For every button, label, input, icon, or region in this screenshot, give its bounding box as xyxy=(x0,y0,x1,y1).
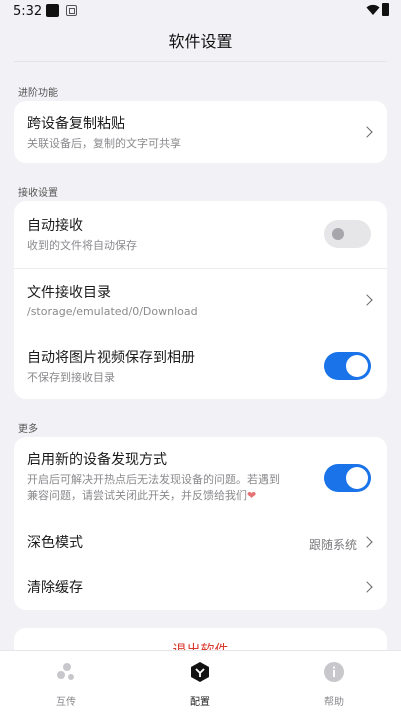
section-label-receive: 接收设置 xyxy=(18,188,58,199)
receive-directory-row[interactable]: 文件接收目录 /storage/emulated/0/Download xyxy=(14,269,387,333)
toggle-knob xyxy=(332,228,344,240)
page-title: 软件设置 xyxy=(168,32,233,51)
status-time: 5:32 xyxy=(13,4,43,19)
auto-receive-subtitle: 收到的文件将自动保存 xyxy=(27,239,137,252)
cross-clipboard-subtitle: 关联设备后，复制的文字可共享 xyxy=(27,137,181,150)
title-divider xyxy=(14,61,387,62)
config-cube-icon xyxy=(191,662,209,682)
dark-mode-title: 深色模式 xyxy=(27,535,83,551)
new-discovery-toggle[interactable] xyxy=(324,464,371,492)
auto-receive-title: 自动接收 xyxy=(27,218,83,234)
new-discovery-desc-line2: 兼容问题，请尝试关闭此开关，并反馈给我们❤ xyxy=(27,489,257,502)
chevron-right-icon xyxy=(361,536,373,548)
receive-directory-title: 文件接收目录 xyxy=(27,285,111,301)
more-settings-card: 启用新的设备发现方式 开启后可解决开热点后无法发现设备的问题。若遇到 兼容问题，… xyxy=(14,437,387,610)
nav-tab-help[interactable]: 帮助 xyxy=(294,661,374,708)
toggle-knob xyxy=(346,355,368,377)
notification-icon xyxy=(46,4,59,17)
dark-mode-value: 跟随系统 xyxy=(308,538,357,552)
auto-receive-toggle[interactable] xyxy=(324,220,371,248)
screenshot-icon xyxy=(66,5,77,16)
bubbles-icon xyxy=(57,663,74,680)
battery-icon xyxy=(382,3,389,16)
auto-receive-row[interactable]: 自动接收 收到的文件将自动保存 xyxy=(14,201,387,268)
save-to-album-subtitle: 不保存到接收目录 xyxy=(27,371,115,384)
chevron-right-icon xyxy=(361,294,373,306)
nav-label-transfer: 互传 xyxy=(56,697,76,708)
cross-clipboard-row[interactable]: 跨设备复制粘贴 关联设备后，复制的文字可共享 xyxy=(14,101,387,163)
new-discovery-desc-line1: 开启后可解决开热点后无法发现设备的问题。若遇到 xyxy=(27,473,280,486)
save-to-album-row[interactable]: 自动将图片视频保存到相册 不保存到接收目录 xyxy=(14,333,387,399)
toggle-knob xyxy=(346,467,368,489)
nav-tab-transfer[interactable]: 互传 xyxy=(26,661,106,708)
receive-settings-card: 自动接收 收到的文件将自动保存 文件接收目录 /storage/emulated… xyxy=(14,201,387,399)
nav-label-config: 配置 xyxy=(190,697,210,708)
cross-clipboard-title: 跨设备复制粘贴 xyxy=(27,116,125,132)
clear-cache-row[interactable]: 清除缓存 xyxy=(14,565,387,610)
status-bar: 5:32 xyxy=(0,0,401,24)
new-discovery-title: 启用新的设备发现方式 xyxy=(27,452,167,468)
cross-clipboard-card[interactable]: 跨设备复制粘贴 关联设备后，复制的文字可共享 xyxy=(14,101,387,163)
new-discovery-row[interactable]: 启用新的设备发现方式 开启后可解决开热点后无法发现设备的问题。若遇到 兼容问题，… xyxy=(14,437,387,519)
nav-label-help: 帮助 xyxy=(324,697,344,708)
info-icon xyxy=(324,662,344,682)
wifi-icon xyxy=(366,4,380,15)
dark-mode-row[interactable]: 深色模式 跟随系统 xyxy=(14,519,387,565)
receive-directory-path: /storage/emulated/0/Download xyxy=(27,305,198,318)
section-label-more: 更多 xyxy=(18,424,38,435)
save-to-album-title: 自动将图片视频保存到相册 xyxy=(27,350,195,366)
save-to-album-toggle[interactable] xyxy=(324,352,371,380)
clear-cache-title: 清除缓存 xyxy=(27,580,83,596)
chevron-right-icon xyxy=(361,126,373,138)
section-label-advanced: 进阶功能 xyxy=(18,88,58,99)
bottom-navigation: 互传 配置 帮助 xyxy=(0,650,401,713)
heart-icon: ❤ xyxy=(247,489,257,502)
chevron-right-icon xyxy=(361,581,373,593)
nav-tab-config[interactable]: 配置 xyxy=(160,661,240,708)
